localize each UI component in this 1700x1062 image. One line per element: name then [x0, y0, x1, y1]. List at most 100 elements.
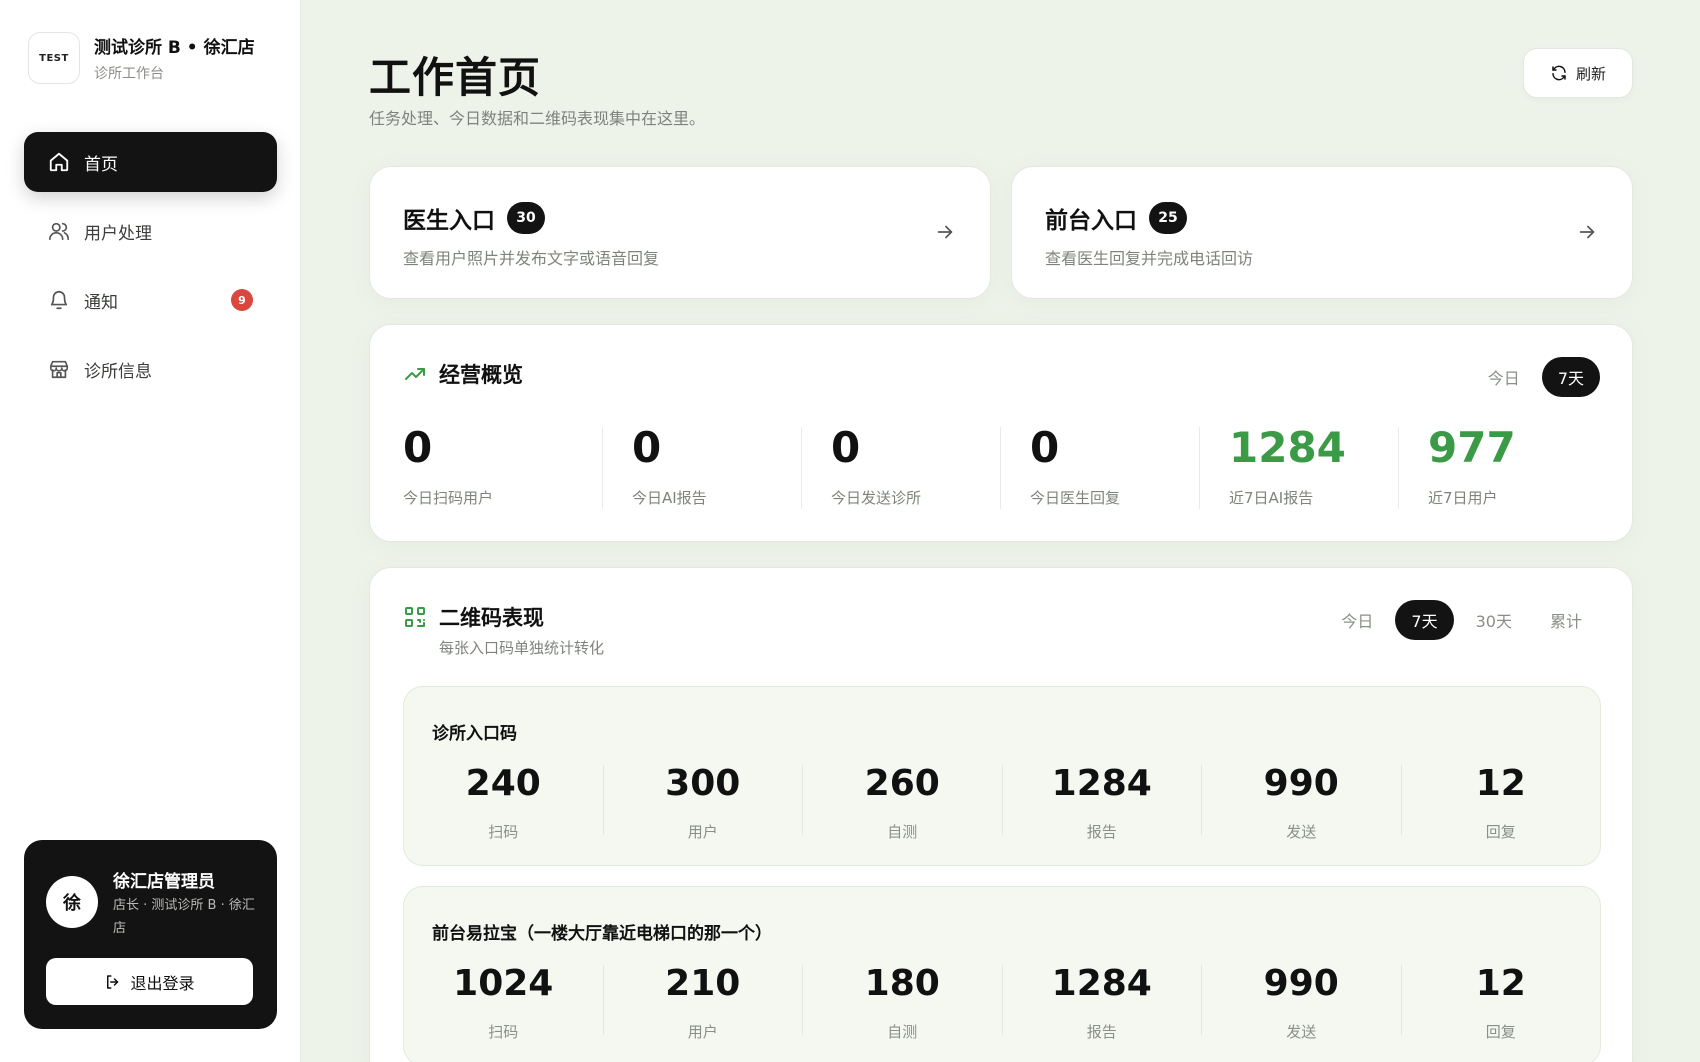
- tab-30days[interactable]: 30天: [1460, 600, 1528, 640]
- tab-7days[interactable]: 7天: [1541, 357, 1600, 397]
- overview-card: 经营概览 今日 7天 0 今日扫码用户 0 今日AI报告 0 今日发送诊所 0 …: [369, 324, 1633, 542]
- section-subtitle: 每张入口码单独统计转化: [439, 639, 605, 657]
- doctor-entry-card[interactable]: 医生入口 30 查看用户照片并发布文字或语音回复: [369, 166, 991, 299]
- stat-label: 今日发送诊所: [831, 489, 922, 507]
- stat-value: 0: [632, 423, 662, 472]
- refresh-label: 刷新: [1575, 64, 1606, 83]
- sidebar-item-label: 用户处理: [84, 223, 152, 244]
- qr-stat-item: 12 回复: [1402, 963, 1601, 1042]
- stat-item: 977 近7日用户: [1399, 427, 1632, 509]
- brand-subtitle: 诊所工作台: [94, 66, 164, 82]
- qr-stat-label: 自测: [887, 823, 918, 841]
- entry-description: 查看用户照片并发布文字或语音回复: [403, 249, 660, 268]
- page-title: 工作首页: [369, 53, 542, 102]
- refresh-button[interactable]: 刷新: [1523, 48, 1633, 98]
- sidebar-item-users[interactable]: 用户处理: [24, 201, 277, 261]
- qr-stat-value: 12: [1475, 963, 1526, 1004]
- qr-stat-item: 12 回复: [1402, 763, 1601, 842]
- stat-item: 0 今日发送诊所: [802, 427, 1001, 509]
- qr-stat-item: 990 发送: [1202, 763, 1402, 841]
- qr-stat-label: 报告: [1086, 1023, 1117, 1041]
- stat-label: 近7日用户: [1428, 489, 1498, 507]
- qr-stat-value: 990: [1263, 963, 1339, 1004]
- sidebar-item-notifications[interactable]: 通知 9: [24, 270, 277, 330]
- qr-code-card: 诊所入口码 240 扫码 300 用户 260 自测 1284 报告 990 发送 12 回…: [403, 686, 1601, 866]
- user-card: 徐 徐汇店管理员 店长 · 测试诊所 B · 徐汇店 退出登录: [24, 840, 277, 1029]
- qr-performance-card: 二维码表现 每张入口码单独统计转化 今日 7天 30天 累计 诊所入口码 240…: [369, 567, 1633, 1062]
- store-icon: [49, 360, 69, 379]
- qr-code-name: 前台易拉宝（一楼大厅靠近电梯口的那一个）: [432, 924, 772, 944]
- entry-title: 医生入口: [403, 208, 495, 234]
- user-name: 徐汇店管理员: [113, 872, 215, 892]
- qr-stat-value: 1284: [1051, 763, 1152, 804]
- tab-today[interactable]: 今日: [1472, 357, 1536, 397]
- qr-stat-item: 180 自测: [803, 963, 1003, 1041]
- qr-stat-value: 180: [864, 963, 940, 1004]
- qr-stat-label: 扫码: [488, 1023, 519, 1041]
- sidebar-item-label: 通知: [84, 292, 118, 313]
- qr-stat-item: 1024 扫码: [404, 963, 604, 1041]
- qr-stat-value: 12: [1475, 763, 1526, 804]
- overview-range-tabs: 今日 7天: [1466, 357, 1600, 397]
- stat-item: 0 今日AI报告: [603, 427, 802, 509]
- qr-stat-label: 用户: [687, 823, 718, 841]
- home-icon: [49, 152, 69, 172]
- sidebar-item-label: 首页: [84, 154, 118, 175]
- entry-description: 查看医生回复并完成电话回访: [1045, 249, 1254, 268]
- qr-range-tabs: 今日 7天 30天 累计: [1319, 600, 1598, 640]
- logout-button[interactable]: 退出登录: [46, 958, 253, 1005]
- tab-today[interactable]: 今日: [1325, 600, 1389, 640]
- stat-item: 0 今日扫码用户: [370, 427, 603, 509]
- qr-stat-value: 210: [665, 963, 741, 1004]
- stat-label: 近7日AI报告: [1229, 489, 1314, 507]
- stat-value: 977: [1428, 423, 1516, 472]
- arrow-right-icon: [937, 225, 953, 239]
- page-subtitle: 任务处理、今日数据和二维码表现集中在这里。: [369, 109, 706, 128]
- qr-stat-value: 990: [1263, 763, 1339, 804]
- qr-code-icon: [405, 607, 425, 627]
- qr-stat-item: 260 自测: [803, 765, 1003, 841]
- qr-stat-label: 发送: [1286, 823, 1317, 841]
- stat-value: 0: [403, 423, 433, 472]
- qr-stat-label: 自测: [887, 1023, 918, 1041]
- main-content: 工作首页 任务处理、今日数据和二维码表现集中在这里。 刷新 医生入口 30 查看…: [301, 0, 1700, 1062]
- section-title: 二维码表现: [439, 606, 544, 630]
- stat-value: 0: [1030, 423, 1060, 472]
- refresh-icon: [1552, 65, 1566, 81]
- user-role: 店长 · 测试诊所 B · 徐汇店: [113, 898, 255, 936]
- section-title: 经营概览: [439, 363, 523, 387]
- qr-stat-label: 回复: [1485, 823, 1516, 841]
- logout-icon: [107, 974, 119, 989]
- brand-logo: TEST: [28, 32, 80, 84]
- qr-code-name: 诊所入口码: [432, 724, 517, 744]
- qr-stat-label: 报告: [1086, 823, 1117, 841]
- qr-stat-label: 扫码: [488, 823, 519, 841]
- qr-stat-item: 300 用户: [604, 763, 803, 841]
- qr-stat-item: 210 用户: [604, 963, 803, 1041]
- qr-stat-item: 1284 报告: [1003, 963, 1202, 1041]
- qr-stat-item: 240 扫码: [404, 763, 604, 841]
- sidebar-item-label: 诊所信息: [84, 361, 152, 382]
- qr-stat-value: 240: [465, 763, 541, 804]
- qr-stat-label: 发送: [1286, 1023, 1317, 1041]
- sidebar: TEST 测试诊所 B • 徐汇店 诊所工作台 首页 用户处理 通知 9 诊所信…: [0, 0, 301, 1062]
- qr-code-card: 前台易拉宝（一楼大厅靠近电梯口的那一个） 1024 扫码 210 用户 180 自测 …: [403, 886, 1601, 1062]
- qr-stat-item: 990 发送: [1202, 963, 1402, 1041]
- qr-stat-value: 1024: [453, 963, 554, 1004]
- tab-7days[interactable]: 7天: [1395, 600, 1454, 640]
- stat-value: 0: [831, 423, 861, 472]
- entry-count-badge: 30: [507, 202, 545, 234]
- sidebar-item-clinic-info[interactable]: 诊所信息: [24, 339, 277, 399]
- entry-title: 前台入口: [1045, 208, 1137, 234]
- trending-up-icon: [405, 368, 425, 380]
- overview-stats: 0 今日扫码用户 0 今日AI报告 0 今日发送诊所 0 今日医生回复 1284…: [370, 427, 1632, 509]
- stat-item: 1284 近7日AI报告: [1200, 427, 1399, 509]
- tab-cumulative[interactable]: 累计: [1534, 600, 1598, 640]
- arrow-right-icon: [1579, 225, 1595, 239]
- qr-stat-value: 300: [665, 763, 741, 804]
- qr-stat-value: 1284: [1051, 963, 1152, 1004]
- qr-stat-label: 用户: [687, 1023, 718, 1041]
- frontdesk-entry-card[interactable]: 前台入口 25 查看医生回复并完成电话回访: [1011, 166, 1633, 299]
- sidebar-item-home[interactable]: 首页: [24, 132, 277, 192]
- users-icon: [49, 222, 69, 241]
